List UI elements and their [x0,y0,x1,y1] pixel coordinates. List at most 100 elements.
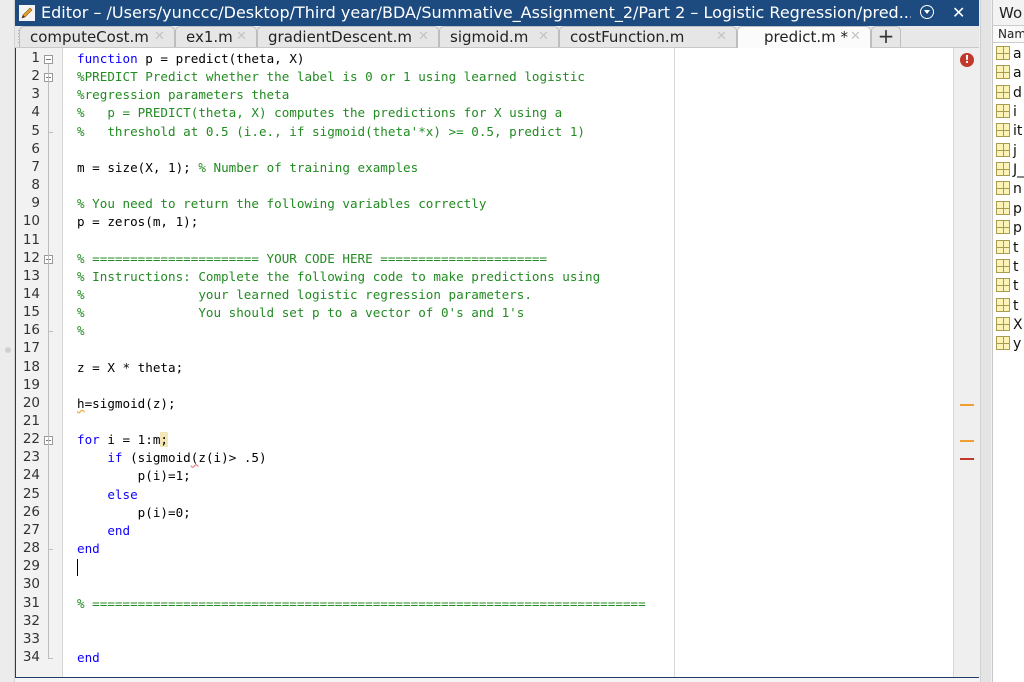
variable-grid-icon [996,104,1010,118]
line-number: 17 [16,340,40,356]
workspace-variable-row[interactable]: i [996,103,1024,121]
tab-close-icon[interactable]: ✕ [236,27,247,47]
code-line[interactable]: % threshold at 0.5 (i.e., if sigmoid(the… [77,123,585,141]
line-number: 10 [16,213,40,229]
code-editor[interactable]: function p = predict(theta, X)%PREDICT P… [63,48,674,677]
line-number: 34 [16,649,40,665]
variable-grid-icon [996,259,1010,273]
left-panel-strip [0,0,15,682]
workspace-variable-row[interactable]: n [996,180,1024,198]
tab-label: computeCost.m [30,27,149,47]
workspace-variable-row[interactable]: d [996,84,1024,102]
code-token: ; [160,432,168,447]
close-editor-button[interactable]: ✕ [952,0,965,26]
tab-label: sigmoid.m [450,27,528,47]
warning-marker[interactable] [960,404,974,406]
comment-token: % You need to return the following varia… [77,196,486,211]
variable-name: a [1013,65,1022,81]
code-line[interactable]: %regression parameters theta [77,86,289,104]
code-line[interactable]: p(i)=0; [77,504,191,522]
code-line[interactable]: for i = 1:m; [77,431,168,449]
code-line[interactable]: % Instructions: Complete the following c… [77,268,600,286]
variable-grid-icon [996,298,1010,312]
code-line[interactable]: % You need to return the following varia… [77,195,486,213]
editor-blank-area[interactable] [675,48,953,677]
workspace-variable-row[interactable]: p [996,219,1024,237]
workspace-variable-row[interactable]: t [996,239,1024,257]
tab-predict-m[interactable]: predict.m *✕ [737,26,871,48]
workspace-variable-row[interactable]: t [996,277,1024,295]
variable-grid-icon [996,220,1010,234]
variable-grid-icon [996,143,1010,157]
workspace-variable-row[interactable]: p [996,200,1024,218]
line-number: 7 [16,159,40,175]
tab-costfunction-m[interactable]: costFunction.m✕ [559,26,737,47]
workspace-variable-row[interactable]: a [996,64,1024,82]
tab-close-icon[interactable]: ✕ [538,27,549,47]
line-number: 1 [16,50,40,66]
tab-computecost-m[interactable]: computeCost.m✕ [19,26,175,47]
new-tab-button[interactable]: + [871,26,901,47]
code-line[interactable]: if (sigmoid(z(i)> .5) [77,449,267,467]
tab-label: gradientDescent.m [268,27,412,47]
line-number: 6 [16,141,40,157]
editor-actions-menu-button[interactable] [920,5,934,19]
tab-sigmoid-m[interactable]: sigmoid.m ✕ [439,26,559,47]
line-number: 28 [16,540,40,556]
workspace-name-column-header[interactable]: Nam [993,26,1024,43]
tab-gradientdescent-m[interactable]: gradientDescent.m ✕ [257,26,439,47]
variable-name: p [1013,220,1022,236]
line-number-gutter: 1234567891011121314151617181920212223242… [16,48,63,677]
code-line[interactable]: p = zeros(m, 1); [77,213,198,231]
line-number: 33 [16,631,40,647]
splitter-bar[interactable] [980,0,991,682]
keyword-token: for [77,432,100,447]
line-number: 8 [16,177,40,193]
code-line[interactable]: %PREDICT Predict whether the label is 0 … [77,68,585,86]
workspace-variable-row[interactable]: t [996,297,1024,315]
workspace-variable-row[interactable]: j [996,142,1024,160]
warning-marker[interactable] [960,440,974,442]
keyword-token: end [107,523,130,538]
workspace-variable-row[interactable]: it [996,122,1024,140]
line-number: 18 [16,359,40,375]
tab-close-icon[interactable]: ✕ [154,27,165,47]
code-line[interactable]: h=sigmoid(z); [77,395,176,413]
code-line[interactable]: function p = predict(theta, X) [77,50,304,68]
line-number: 32 [16,613,40,629]
code-line[interactable]: % ====================== YOUR CODE HERE … [77,250,547,268]
tab-close-icon[interactable]: ✕ [850,27,861,47]
code-line[interactable]: end [77,649,100,667]
workspace-variable-row[interactable]: y [996,335,1024,353]
fold-toggle-icon[interactable] [44,55,53,64]
code-line[interactable]: m = size(X, 1); % Number of training exa… [77,159,418,177]
code-line[interactable]: % ======================================… [77,595,646,613]
tab-close-icon[interactable]: ✕ [418,27,429,47]
code-line[interactable]: % your learned logistic regression param… [77,286,532,304]
workspace-variable-row[interactable]: J_ [996,161,1024,179]
error-marker[interactable] [960,458,974,460]
code-token: =sigmoid(z); [85,396,176,411]
workspace-title: Wo [993,0,1024,26]
code-line[interactable]: z = X * theta; [77,359,183,377]
code-line[interactable]: % [77,322,85,340]
code-line[interactable]: % You should set p to a vector of 0's an… [77,304,524,322]
workspace-variable-row[interactable]: t [996,258,1024,276]
workspace-variable-row[interactable]: X [996,316,1024,334]
variable-name: p [1013,201,1022,217]
tab-close-icon[interactable]: ✕ [716,27,727,47]
line-number: 14 [16,286,40,302]
tab-ex1-m[interactable]: ex1.m✕ [175,26,257,47]
variable-grid-icon [996,162,1010,176]
text-caret [77,559,78,576]
code-line[interactable]: end [77,522,130,540]
code-line[interactable]: p(i)=1; [77,467,191,485]
code-token: (sigmoid [123,450,191,465]
code-line[interactable]: % p = PREDICT(theta, X) computes the pre… [77,104,562,122]
code-token [77,450,107,465]
error-indicator-icon[interactable]: ! [960,53,974,67]
code-line[interactable]: end [77,540,100,558]
code-line[interactable]: else [77,486,138,504]
panel-resize-handle[interactable] [5,347,11,353]
workspace-variable-row[interactable]: a [996,45,1024,63]
